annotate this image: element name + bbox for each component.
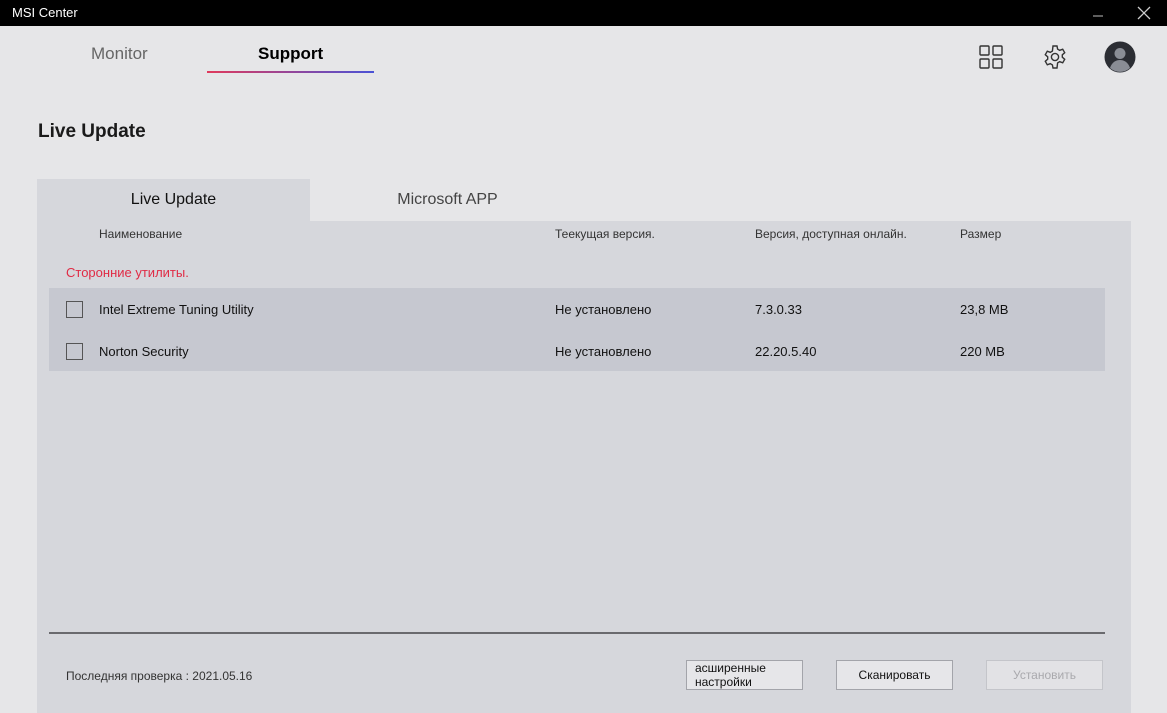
section-label-third-party: Сторонние утилиты. — [66, 265, 189, 280]
settings-button[interactable] — [1038, 40, 1072, 74]
footer-divider — [49, 632, 1105, 634]
item-name: Norton Security — [99, 344, 189, 359]
page-title: Live Update — [38, 121, 146, 142]
item-size: 220 MB — [960, 344, 1005, 359]
close-icon — [1137, 6, 1151, 20]
tab-live-update[interactable]: Live Update — [37, 179, 310, 221]
nav-tab-monitor[interactable]: Monitor — [91, 44, 148, 64]
item-size: 23,8 MB — [960, 302, 1009, 317]
scan-button[interactable]: Сканировать — [836, 660, 953, 690]
column-header-current-version: Теекущая версия. — [555, 227, 655, 241]
apps-button[interactable] — [974, 40, 1008, 74]
list-item[interactable]: Norton Security Не установлено 22.20.5.4… — [49, 330, 1105, 372]
updates-list: Intel Extreme Tuning Utility Не установл… — [49, 288, 1105, 371]
advanced-settings-button[interactable]: асширенные настройки — [686, 660, 803, 690]
column-header-online-version: Версия, доступная онлайн. — [755, 227, 907, 241]
active-tab-underline — [207, 71, 374, 73]
column-header-size: Размер — [960, 227, 1002, 241]
item-name: Intel Extreme Tuning Utility — [99, 302, 254, 317]
window-title: MSI Center — [12, 5, 78, 20]
minimize-icon — [1093, 15, 1103, 17]
item-online-version: 7.3.0.33 — [755, 302, 802, 317]
last-check-text: Последняя проверка : 2021.05.16 — [66, 669, 253, 683]
item-current-version: Не установлено — [555, 344, 652, 359]
row-checkbox[interactable] — [66, 343, 83, 360]
install-button[interactable]: Установить — [986, 660, 1103, 690]
row-checkbox[interactable] — [66, 301, 83, 318]
grid-icon — [979, 45, 1003, 69]
nav-tab-support[interactable]: Support — [258, 44, 323, 64]
close-button[interactable] — [1121, 0, 1167, 26]
gear-icon — [1044, 45, 1066, 69]
column-header-name: Наименование — [99, 227, 183, 241]
item-online-version: 22.20.5.40 — [755, 344, 817, 359]
item-current-version: Не установлено — [555, 302, 652, 317]
advanced-settings-label: асширенные настройки — [695, 661, 766, 689]
minimize-button[interactable] — [1075, 0, 1121, 26]
list-item[interactable]: Intel Extreme Tuning Utility Не установл… — [49, 288, 1105, 330]
user-avatar[interactable] — [1103, 40, 1137, 74]
tab-microsoft-app[interactable]: Microsoft APP — [311, 179, 584, 221]
avatar-icon — [1104, 41, 1136, 73]
title-bar: MSI Center — [0, 0, 1167, 26]
